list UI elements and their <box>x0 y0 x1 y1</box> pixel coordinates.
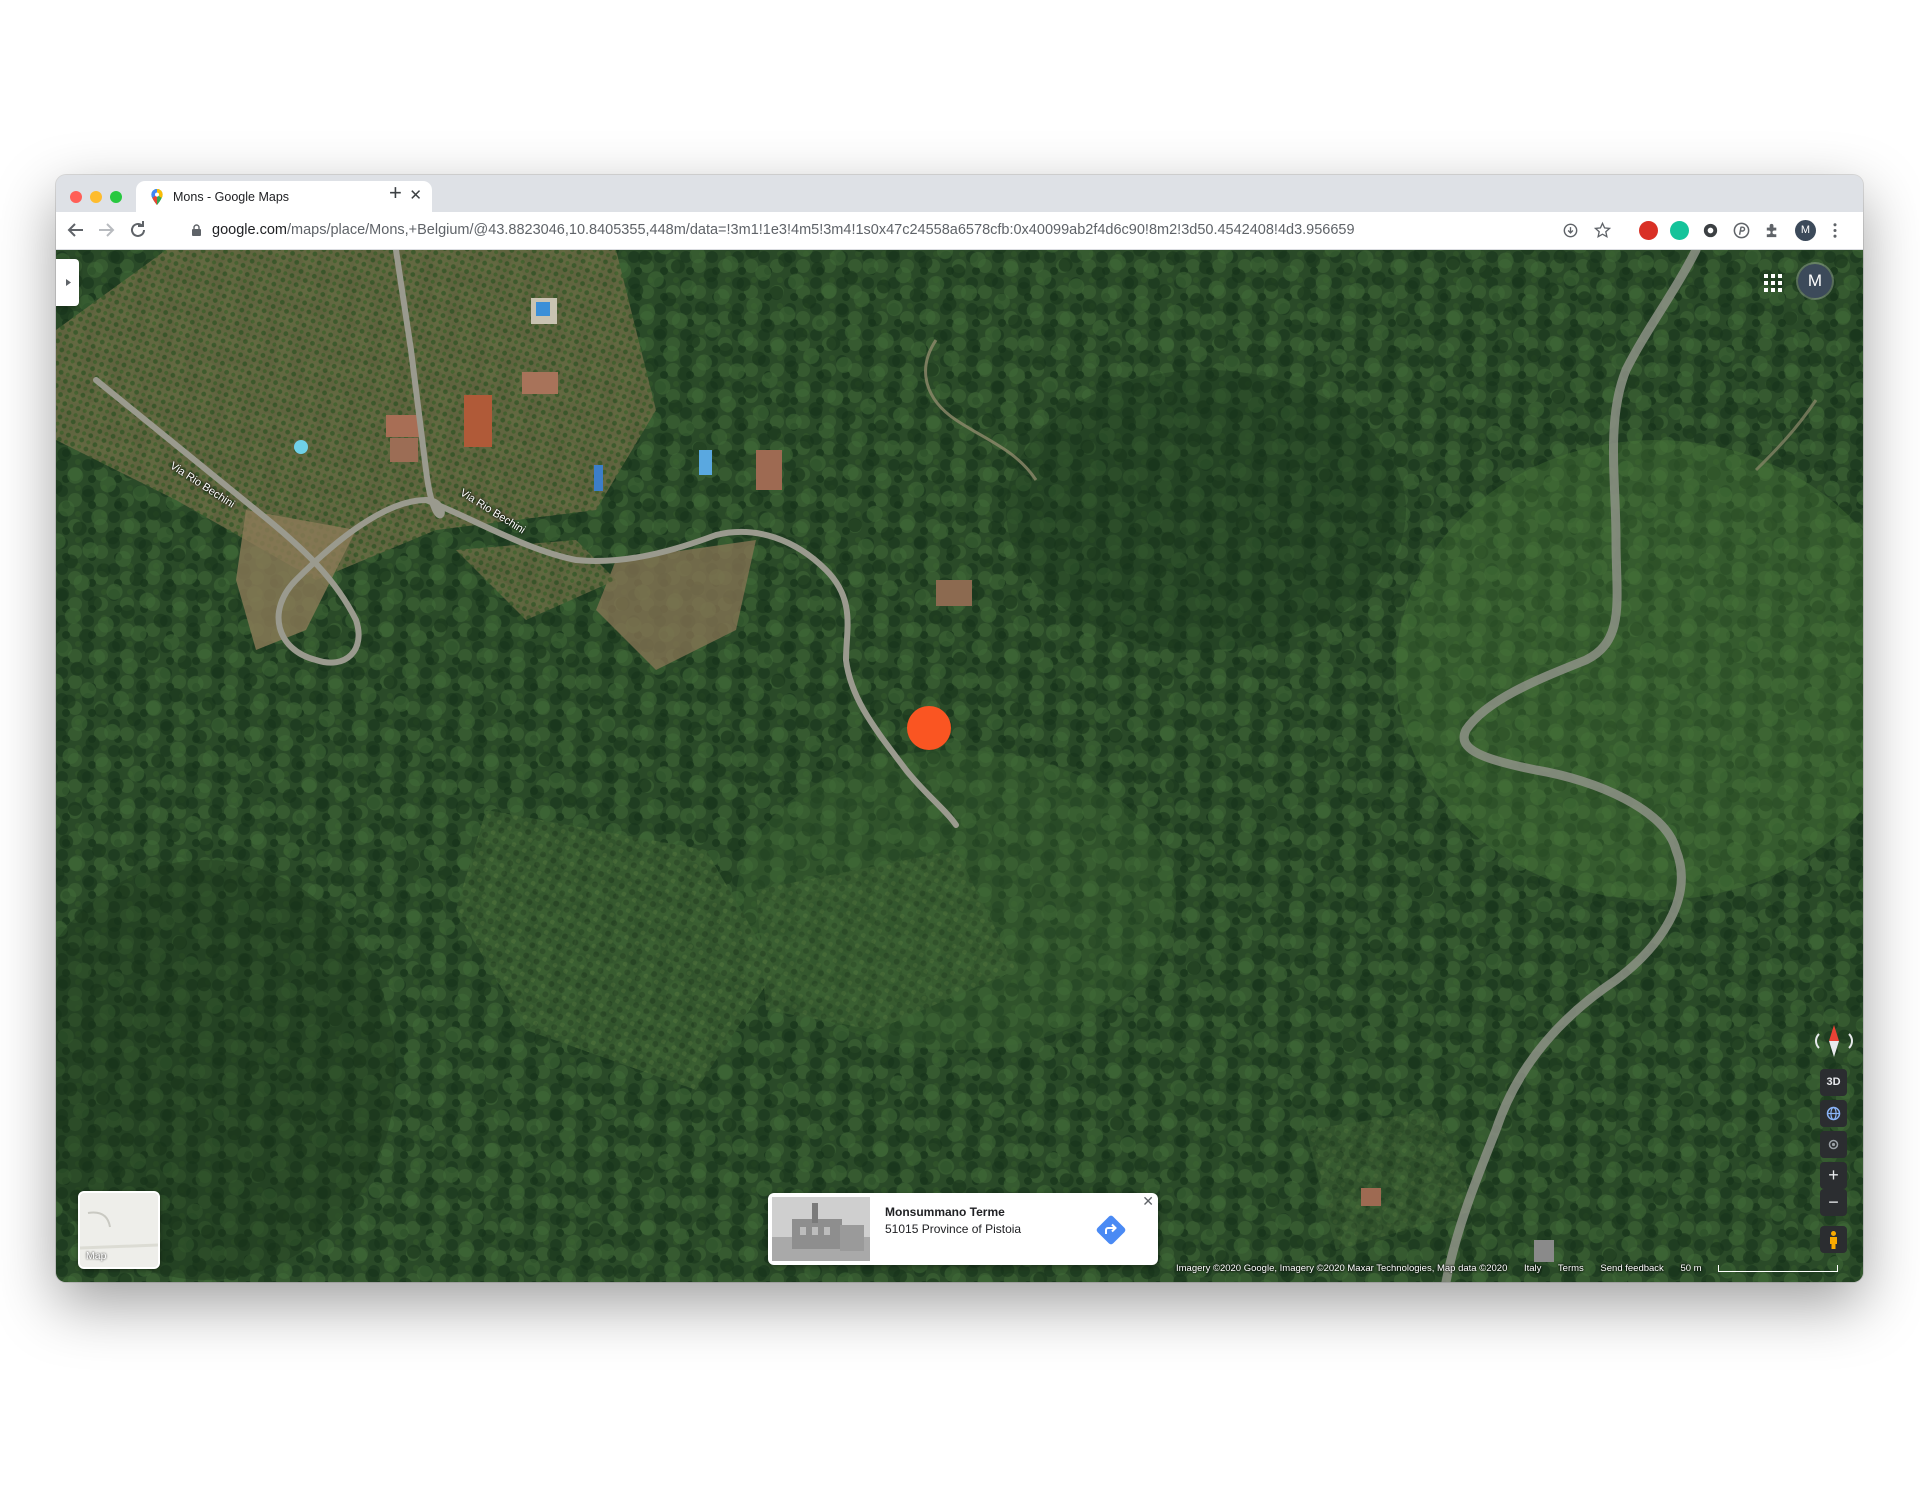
locate-icon <box>1828 1139 1839 1150</box>
scale-bar <box>1717 1264 1838 1272</box>
place-info-card[interactable]: Monsummano Terme 51015 Province of Pisto… <box>768 1193 1158 1265</box>
zoom-in-button[interactable]: + <box>1820 1162 1847 1189</box>
send-feedback-link[interactable]: Send feedback <box>1600 1263 1663 1274</box>
map-attribution: Imagery ©2020 Google, Imagery ©2020 Maxa… <box>1176 1263 1863 1277</box>
apps-grid-icon[interactable] <box>1763 273 1783 293</box>
address-bar[interactable]: google.com/maps/place/Mons,+Belgium/@43.… <box>174 217 1654 244</box>
place-photo <box>772 1197 870 1261</box>
url-host: google.com <box>212 222 287 238</box>
new-tab-button[interactable]: + <box>389 182 402 204</box>
extension-icon[interactable] <box>1701 221 1720 240</box>
satellite-imagery <box>56 250 1863 1282</box>
street-view-button[interactable] <box>1820 1226 1847 1253</box>
map-viewport[interactable]: M Via Rio Bechini Via Rio Bechini Map Mo… <box>56 250 1863 1282</box>
account-avatar[interactable]: M <box>1798 264 1832 298</box>
tab-title: Mons - Google Maps <box>173 190 290 204</box>
browser-toolbar: google.com/maps/place/Mons,+Belgium/@43.… <box>56 212 1863 250</box>
tilt-3d-button[interactable]: 3D <box>1820 1069 1847 1096</box>
pinterest-extension-icon[interactable] <box>1732 221 1751 240</box>
close-window-button[interactable] <box>70 191 82 203</box>
directions-icon[interactable] <box>1095 1214 1127 1246</box>
maximize-window-button[interactable] <box>110 191 122 203</box>
url-path: /maps/place/Mons,+Belgium/@43.8823046,10… <box>286 222 1355 238</box>
grammarly-extension-icon[interactable] <box>1670 221 1689 240</box>
back-arrow-icon[interactable] <box>64 218 88 242</box>
adblock-extension-icon[interactable] <box>1639 221 1658 240</box>
my-location-button[interactable] <box>1820 1131 1847 1158</box>
lock-icon <box>192 224 201 236</box>
compass-icon[interactable] <box>1813 1020 1855 1062</box>
install-icon[interactable] <box>1561 221 1580 240</box>
imagery-credit: Imagery ©2020 Google, Imagery ©2020 Maxa… <box>1176 1263 1508 1274</box>
extensions-puzzle-icon[interactable] <box>1763 221 1782 240</box>
location-marker[interactable] <box>907 706 951 750</box>
close-icon[interactable]: ✕ <box>1142 1193 1154 1210</box>
chevron-right-icon <box>66 279 71 286</box>
browser-window: Mons - Google Maps ✕ + google.com/maps/p… <box>56 175 1863 1282</box>
zoom-out-button[interactable]: − <box>1820 1189 1847 1216</box>
reload-icon[interactable] <box>126 218 150 242</box>
tab-close-icon[interactable]: ✕ <box>409 186 422 204</box>
tab-active[interactable]: Mons - Google Maps ✕ <box>136 181 432 212</box>
terms-link[interactable]: Terms <box>1558 1263 1584 1274</box>
globe-icon <box>1826 1106 1841 1121</box>
profile-avatar[interactable]: M <box>1795 220 1816 241</box>
minimize-window-button[interactable] <box>90 191 102 203</box>
place-title: Monsummano Terme <box>885 1205 1005 1219</box>
pegman-icon <box>1830 1231 1837 1249</box>
layer-switch-label: Map <box>86 1250 107 1262</box>
more-menu-icon[interactable] <box>1829 221 1841 240</box>
scale-label: 50 m <box>1680 1263 1702 1274</box>
globe-view-button[interactable] <box>1820 1100 1847 1127</box>
place-address: 51015 Province of Pistoia <box>885 1222 1022 1236</box>
url-text[interactable]: google.com/maps/place/Mons,+Belgium/@43.… <box>212 222 1355 238</box>
tab-strip: Mons - Google Maps ✕ + <box>56 175 1863 212</box>
scale-indicator[interactable]: 50 m <box>1680 1263 1851 1274</box>
forward-arrow-icon[interactable] <box>94 218 118 242</box>
layer-switch-button[interactable]: Map <box>78 1191 160 1269</box>
country-link[interactable]: Italy <box>1524 1263 1541 1274</box>
google-maps-favicon-icon <box>151 189 163 205</box>
collapse-side-panel-button[interactable] <box>56 259 79 306</box>
star-icon[interactable] <box>1593 221 1612 240</box>
